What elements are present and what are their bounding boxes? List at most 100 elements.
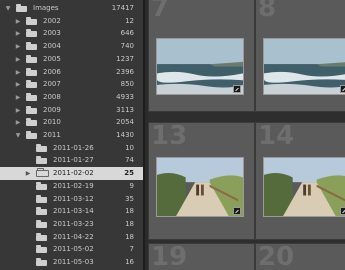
folder-photo-count: 12 xyxy=(125,16,134,25)
disclosure-closed-icon[interactable]: ▶ xyxy=(14,15,22,28)
cell-index-number: 19 xyxy=(151,243,188,270)
folder-photo-count: 25 xyxy=(124,169,134,178)
folder-icon xyxy=(26,67,37,76)
folder-name: 2011-05-02 xyxy=(53,245,94,254)
folder-date-row[interactable]: ▶ 2011-02-02 25 xyxy=(0,167,143,181)
folder-name: 2011-01-26 xyxy=(53,143,94,152)
disclosure-closed-icon[interactable]: ▶ xyxy=(14,40,22,53)
folder-photo-count: 1430 xyxy=(116,131,134,139)
folder-icon xyxy=(26,80,37,89)
folder-photo-count: 18 xyxy=(125,232,134,241)
folder-date-row[interactable]: 2011-01-27 74 xyxy=(0,154,143,167)
folder-name: 2010 xyxy=(43,118,61,127)
folder-icon xyxy=(26,42,37,51)
folder-icon xyxy=(36,168,49,178)
disclosure-closed-icon[interactable]: ▶ xyxy=(14,66,22,79)
folder-date-row[interactable]: 2011-04-22 18 xyxy=(0,231,143,244)
folder-root-row[interactable]: ▼ Images 17417 xyxy=(0,2,143,15)
folder-name: 2002 xyxy=(43,16,61,25)
disclosure-closed-icon[interactable]: ▶ xyxy=(14,27,22,40)
folder-date-row[interactable]: 2011-03-12 35 xyxy=(0,193,143,206)
folder-date-row[interactable]: 2011-05-03 16 xyxy=(0,256,143,269)
folder-icon xyxy=(36,258,47,266)
grid-cell[interactable]: 8 xyxy=(255,0,345,112)
folder-icon xyxy=(26,105,37,114)
folder-photo-count: 7 xyxy=(129,245,134,254)
folder-name: 2011-01-27 xyxy=(53,156,94,165)
folder-date-row[interactable]: 2011-02-19 9 xyxy=(0,180,143,193)
folder-photo-count: 16 xyxy=(125,258,134,266)
folder-year-row[interactable]: ▶ 2003 646 xyxy=(0,27,143,40)
folder-icon xyxy=(36,232,47,241)
disclosure-open-icon[interactable]: ▼ xyxy=(4,2,12,15)
photo-thumbnail-seascape[interactable] xyxy=(156,38,244,95)
folder-name: 2006 xyxy=(43,67,61,76)
folder-name: 2005 xyxy=(43,54,61,63)
folder-year-row[interactable]: ▶ 2005 1237 xyxy=(0,53,143,66)
folder-name: 2011-03-23 xyxy=(53,219,94,228)
disclosure-closed-icon[interactable]: ▶ xyxy=(14,78,22,91)
disclosure-closed-icon[interactable]: ▶ xyxy=(14,91,22,104)
folder-photo-count: 18 xyxy=(125,207,134,216)
disclosure-closed-icon[interactable]: ▶ xyxy=(14,53,22,66)
folders-panel: ▼ Images 17417 ▶ 2002 12 ▶ 2003 646 ▶ 2004 740 ▶ 2005… xyxy=(0,0,143,270)
folder-icon xyxy=(36,207,47,216)
folder-icon xyxy=(26,54,37,63)
folder-photo-count: 2396 xyxy=(116,67,134,76)
cell-index-number: 13 xyxy=(151,122,188,151)
folder-icon xyxy=(36,245,47,254)
folder-date-row[interactable]: 2011-05-02 7 xyxy=(0,243,143,256)
folder-icon xyxy=(26,131,37,139)
folder-year-row[interactable]: ▶ 2009 3113 xyxy=(0,104,143,117)
folder-year-row[interactable]: ▼ 2011 1430 xyxy=(0,129,143,142)
folder-photo-count: 2054 xyxy=(116,118,134,127)
folder-date-row[interactable]: 2011-03-23 18 xyxy=(0,218,143,231)
grid-cell[interactable]: 20 xyxy=(255,243,345,270)
folder-icon xyxy=(26,16,37,25)
folder-name: 2011-05-03 xyxy=(53,258,94,266)
folder-photo-count: 3113 xyxy=(116,105,134,114)
photo-thumbnail-seascape[interactable] xyxy=(263,38,345,95)
cell-index-number: 7 xyxy=(151,0,170,23)
edited-badge-icon xyxy=(340,85,345,93)
folder-name: 2011-02-02 xyxy=(53,169,94,178)
folder-date-row[interactable]: 2011-01-26 10 xyxy=(0,142,143,155)
thumbnail-grid: 7 8 13 14 19 20 xyxy=(148,0,345,270)
folder-photo-count: 74 xyxy=(125,156,134,165)
disclosure-open-icon[interactable]: ▼ xyxy=(14,129,22,142)
photo-thumbnail-coastal-path[interactable] xyxy=(263,157,345,217)
folder-name: 2011-02-19 xyxy=(53,181,94,190)
folder-name: 2009 xyxy=(43,105,61,114)
folder-photo-count: 9 xyxy=(129,181,134,190)
folder-photo-count: 850 xyxy=(120,80,134,89)
folder-photo-count: 17417 xyxy=(111,4,134,12)
grid-cell[interactable]: 13 xyxy=(148,122,255,240)
folder-name: 2008 xyxy=(43,92,61,101)
folder-name: 2011-03-14 xyxy=(53,207,94,216)
folder-photo-count: 35 xyxy=(125,194,134,203)
folder-year-row[interactable]: ▶ 2002 12 xyxy=(0,15,143,28)
grid-cell[interactable]: 14 xyxy=(255,122,345,240)
folder-year-row[interactable]: ▶ 2008 4933 xyxy=(0,91,143,104)
folder-icon xyxy=(26,92,37,101)
grid-cell[interactable]: 19 xyxy=(148,243,255,270)
folder-date-row[interactable]: 2011-03-14 18 xyxy=(0,205,143,218)
cell-index-number: 14 xyxy=(258,122,295,151)
folder-year-row[interactable]: ▶ 2007 850 xyxy=(0,78,143,91)
folder-year-row[interactable]: ▶ 2004 740 xyxy=(0,40,143,53)
photo-thumbnail-coastal-path[interactable] xyxy=(156,157,244,217)
folder-photo-count: 646 xyxy=(120,29,134,38)
disclosure-closed-icon[interactable]: ▶ xyxy=(14,116,22,129)
folder-year-row[interactable]: ▶ 2010 2054 xyxy=(0,116,143,129)
folder-photo-count: 4933 xyxy=(116,92,134,101)
disclosure-closed-icon[interactable]: ▶ xyxy=(14,104,22,117)
folder-icon xyxy=(16,4,27,12)
folder-name: 2004 xyxy=(43,42,61,51)
folder-name: 2011-04-22 xyxy=(53,232,94,241)
folder-name: 2011 xyxy=(43,131,61,139)
cell-index-number: 8 xyxy=(258,0,277,23)
grid-cell[interactable]: 7 xyxy=(148,0,255,112)
folder-name: 2003 xyxy=(43,29,61,38)
folder-year-row[interactable]: ▶ 2006 2396 xyxy=(0,66,143,79)
disclosure-closed-icon[interactable]: ▶ xyxy=(24,167,32,180)
